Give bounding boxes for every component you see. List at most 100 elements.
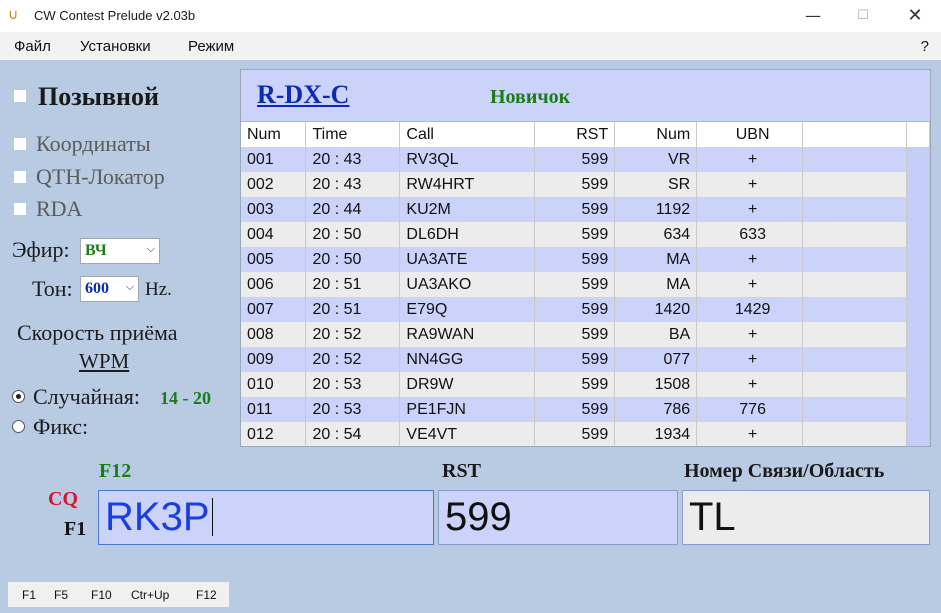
tone-unit: Hz. xyxy=(145,279,172,300)
fkey-f10[interactable]: F10 xyxy=(91,588,112,602)
cell-num: 008 xyxy=(241,322,307,347)
callsign-checkbox[interactable] xyxy=(14,90,26,102)
maximize-button[interactable]: ☐ xyxy=(843,4,883,28)
cell-blank xyxy=(802,322,907,347)
cell-rcvd-num: 1508 xyxy=(614,372,698,397)
menu-file[interactable]: Файл xyxy=(14,38,51,55)
table-row[interactable]: 009 20 : 52 NN4GG 599 077 + xyxy=(241,347,930,372)
table-row[interactable]: 003 20 : 44 KU2M 599 1192 + xyxy=(241,197,930,222)
cell-rcvd-num: VR xyxy=(614,147,698,172)
qth-locator-checkbox[interactable] xyxy=(14,171,26,183)
cell-rcvd-num: 1192 xyxy=(614,197,698,222)
fkey-f12[interactable]: F12 xyxy=(196,588,217,602)
cell-call: RV3QL xyxy=(399,147,536,172)
scrollbar-track[interactable] xyxy=(906,397,930,422)
menu-mode[interactable]: Режим xyxy=(188,38,234,55)
col-rst: RST xyxy=(534,122,616,147)
menu-help[interactable]: ? xyxy=(921,38,929,55)
exchange-input-value: TL xyxy=(689,495,736,539)
rst-input[interactable]: 599 xyxy=(438,490,678,545)
cell-time: 20 : 43 xyxy=(305,147,401,172)
tone-value: 600 xyxy=(85,280,109,297)
cell-blank xyxy=(802,197,907,222)
table-row[interactable]: 005 20 : 50 UA3ATE 599 MA + xyxy=(241,247,930,272)
scrollbar-track[interactable] xyxy=(906,172,930,197)
scrollbar-track[interactable] xyxy=(906,422,930,446)
cell-blank xyxy=(802,247,907,272)
band-select[interactable]: ВЧ ⌵ xyxy=(80,238,160,264)
table-row[interactable]: 006 20 : 51 UA3AKO 599 MA + xyxy=(241,272,930,297)
table-row[interactable]: 012 20 : 54 VE4VT 599 1934 + xyxy=(241,422,930,446)
cell-blank xyxy=(802,172,907,197)
table-row[interactable]: 001 20 : 43 RV3QL 599 VR + xyxy=(241,147,930,172)
cell-blank xyxy=(802,422,907,446)
scrollbar-track[interactable] xyxy=(906,372,930,397)
scrollbar-track[interactable] xyxy=(906,272,930,297)
cell-rst: 599 xyxy=(534,222,616,247)
cell-num: 010 xyxy=(241,372,307,397)
coords-checkbox[interactable] xyxy=(14,138,26,150)
fixed-speed-radio[interactable] xyxy=(12,420,25,433)
contest-link[interactable]: R-DX-C xyxy=(257,80,349,110)
cell-ubn: + xyxy=(696,172,804,197)
cell-blank xyxy=(802,297,907,322)
scrollbar-track[interactable] xyxy=(906,222,930,247)
cell-time: 20 : 50 xyxy=(305,222,401,247)
table-row[interactable]: 011 20 : 53 PE1FJN 599 786 776 xyxy=(241,397,930,422)
chevron-down-icon: ⌵ xyxy=(146,242,155,255)
menu-settings[interactable]: Установки xyxy=(80,38,151,55)
scrollbar-track[interactable] xyxy=(906,322,930,347)
call-input[interactable]: RK3P xyxy=(98,490,434,545)
random-speed-radio[interactable] xyxy=(12,390,25,403)
call-input-value: RK3P xyxy=(105,495,210,539)
rst-header: RST xyxy=(442,460,481,482)
wpm-link[interactable]: WPM xyxy=(79,349,129,374)
qso-log-panel: R-DX-C Новичок Num Time Call RST Num UBN… xyxy=(240,69,931,447)
cell-ubn: + xyxy=(696,422,804,446)
cell-blank xyxy=(802,222,907,247)
table-row[interactable]: 008 20 : 52 RA9WAN 599 BA + xyxy=(241,322,930,347)
cell-blank xyxy=(802,397,907,422)
table-row[interactable]: 007 20 : 51 E79Q 599 1420 1429 xyxy=(241,297,930,322)
cell-call: UA3ATE xyxy=(399,247,536,272)
cell-rcvd-num: 1934 xyxy=(614,422,698,446)
random-speed-label: Случайная: xyxy=(33,384,141,409)
cell-num: 002 xyxy=(241,172,307,197)
scrollbar-track[interactable] xyxy=(906,347,930,372)
fkey-f5[interactable]: F5 xyxy=(54,588,68,602)
callsign-label: Позывной xyxy=(38,82,159,111)
rda-checkbox[interactable] xyxy=(14,203,26,215)
qso-log-table: Num Time Call RST Num UBN 001 20 : 43 RV3Q… xyxy=(241,122,930,446)
col-rcvd-num: Num xyxy=(614,122,698,147)
scrollbar-track[interactable] xyxy=(906,297,930,322)
table-row[interactable]: 004 20 : 50 DL6DH 599 634 633 xyxy=(241,222,930,247)
tone-label: Тон: xyxy=(32,276,73,301)
title-bar: ∪ CW Contest Prelude v2.03b — ☐ ✕ xyxy=(0,0,941,32)
scrollbar-track[interactable] xyxy=(906,247,930,272)
cell-rcvd-num: 634 xyxy=(614,222,698,247)
exchange-header: Номер Связи/Область xyxy=(684,460,885,482)
fkey-ctrl-up[interactable]: Ctr+Up xyxy=(131,588,169,602)
close-button[interactable]: ✕ xyxy=(895,4,935,28)
coords-label: Координаты xyxy=(36,131,151,156)
cell-call: DL6DH xyxy=(399,222,536,247)
cell-rcvd-num: 1420 xyxy=(614,297,698,322)
col-call: Call xyxy=(399,122,536,147)
table-row[interactable]: 002 20 : 43 RW4HRT 599 SR + xyxy=(241,172,930,197)
table-row[interactable]: 010 20 : 53 DR9W 599 1508 + xyxy=(241,372,930,397)
minimize-button[interactable]: — xyxy=(793,4,833,28)
exchange-input[interactable]: TL xyxy=(682,490,930,545)
tone-select[interactable]: 600 ⌵ xyxy=(80,276,139,302)
cell-rcvd-num: BA xyxy=(614,322,698,347)
cell-num: 003 xyxy=(241,197,307,222)
random-speed-range: 14 - 20 xyxy=(160,388,211,408)
scrollbar-track[interactable] xyxy=(906,147,930,172)
cell-rcvd-num: SR xyxy=(614,172,698,197)
cell-time: 20 : 51 xyxy=(305,272,401,297)
cell-num: 005 xyxy=(241,247,307,272)
band-value: ВЧ xyxy=(85,242,107,259)
scrollbar-track[interactable] xyxy=(906,197,930,222)
cell-call: UA3AKO xyxy=(399,272,536,297)
cq-label: CQ xyxy=(48,488,78,510)
fkey-f1[interactable]: F1 xyxy=(22,588,36,602)
